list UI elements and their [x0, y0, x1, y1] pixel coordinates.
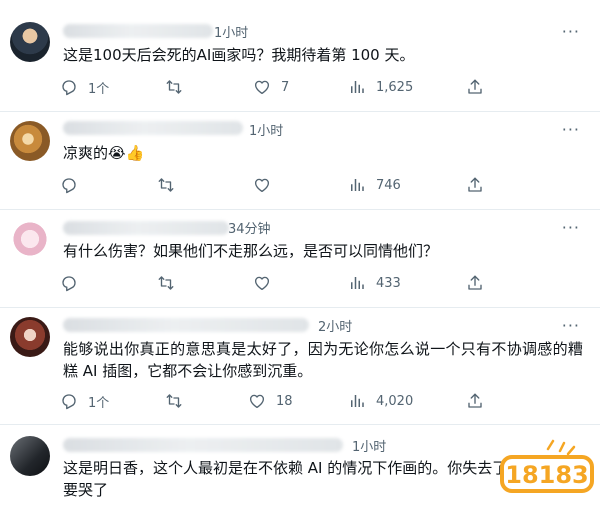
heart-icon: [248, 392, 266, 410]
reply-count: 1个: [88, 395, 110, 411]
reply-button[interactable]: [60, 273, 88, 293]
tweet-time[interactable]: 1小时: [249, 120, 283, 139]
like-button[interactable]: 7: [253, 77, 289, 97]
avatar[interactable]: [10, 121, 50, 161]
tweet-time[interactable]: 34分钟: [228, 218, 271, 237]
views-button[interactable]: 1,625: [348, 77, 413, 97]
share-icon: [466, 392, 484, 410]
more-icon[interactable]: ···: [562, 120, 580, 139]
heart-icon: [253, 274, 271, 292]
reply-button[interactable]: 1个: [60, 391, 109, 411]
username-blurred[interactable]: [63, 438, 343, 452]
share-icon: [466, 274, 484, 292]
retweet-icon: [165, 78, 183, 96]
retweet-icon: [157, 176, 175, 194]
reply-icon: [60, 274, 78, 292]
avatar[interactable]: [10, 217, 50, 257]
username-blurred[interactable]: [63, 221, 229, 235]
tweet-3[interactable]: 34分钟 ··· 有什么伤害？如果他们不走那么远，是否可以同情他们？ 433: [0, 209, 600, 308]
reply-count: 1个: [88, 81, 110, 97]
reply-icon: [60, 176, 78, 194]
like-button[interactable]: 18: [248, 391, 293, 411]
views-icon: [348, 78, 366, 96]
retweet-button[interactable]: [165, 391, 193, 411]
views-button[interactable]: 746: [348, 175, 401, 195]
views-button[interactable]: 433: [348, 273, 401, 293]
tweet-text-line-2: 要哭了: [63, 481, 109, 499]
tweet-text-line-1: 能够说出你真正的意思真是太好了，因为无论你怎么说一个只有不协调感的糟: [63, 340, 584, 358]
retweet-button[interactable]: [157, 273, 185, 293]
more-icon[interactable]: ···: [562, 316, 580, 335]
share-button[interactable]: [466, 175, 494, 195]
heart-icon: [253, 78, 271, 96]
tweet-2[interactable]: 1小时 ··· 凉爽的😭👍 746: [0, 111, 600, 210]
like-count: 7: [281, 79, 290, 95]
tweet-time[interactable]: 2小时: [318, 316, 352, 335]
views-icon: [348, 392, 366, 410]
reply-icon: [60, 78, 78, 96]
tweet-text-line-1: 这是明日香，这个人最初是在不依赖 AI 的情况下作画的。你失去了: [63, 459, 508, 477]
tweet-time[interactable]: 1小时: [214, 22, 248, 41]
tweet-4[interactable]: 2小时 ··· 能够说出你真正的意思真是太好了，因为无论你怎么说一个只有不协调感…: [0, 307, 600, 425]
share-icon: [466, 78, 484, 96]
username-blurred[interactable]: [63, 121, 243, 135]
views-count: 4,020: [376, 393, 414, 409]
share-button[interactable]: [466, 391, 494, 411]
more-icon[interactable]: ···: [562, 218, 580, 237]
like-button[interactable]: [253, 273, 281, 293]
views-count: 746: [376, 177, 401, 193]
tweet-text-line-2: 糕 AI 插图，它都不会让你感到沉重。: [63, 362, 313, 380]
like-count: 18: [276, 393, 293, 409]
tweet-text: 凉爽的😭👍: [63, 144, 145, 162]
watermark-logo: 18183: [498, 437, 598, 497]
reply-button[interactable]: 1个: [60, 77, 109, 97]
avatar[interactable]: [10, 317, 50, 357]
share-icon: [466, 176, 484, 194]
svg-text:18183: 18183: [505, 461, 589, 489]
views-count: 1,625: [376, 79, 414, 95]
retweet-icon: [165, 392, 183, 410]
retweet-button[interactable]: [165, 77, 193, 97]
heart-icon: [253, 176, 271, 194]
more-icon[interactable]: ···: [562, 22, 580, 41]
tweet-text: 有什么伤害？如果他们不走那么远，是否可以同情他们？: [63, 242, 439, 260]
tweet-1[interactable]: 1小时 ··· 这是100天后会死的AI画家吗？我期待着第 100 天。 1个 …: [0, 0, 600, 112]
share-button[interactable]: [466, 77, 494, 97]
username-blurred[interactable]: [63, 24, 213, 38]
tweet-time[interactable]: 1小时: [352, 436, 386, 455]
views-count: 433: [376, 275, 401, 291]
views-icon: [348, 176, 366, 194]
like-button[interactable]: [253, 175, 281, 195]
retweet-button[interactable]: [157, 175, 185, 195]
avatar[interactable]: [10, 22, 50, 62]
tweet-text: 这是100天后会死的AI画家吗？我期待着第 100 天。: [63, 46, 415, 64]
reply-button[interactable]: [60, 175, 88, 195]
share-button[interactable]: [466, 273, 494, 293]
avatar[interactable]: [10, 436, 50, 476]
views-button[interactable]: 4,020: [348, 391, 413, 411]
reply-icon: [60, 392, 78, 410]
retweet-icon: [157, 274, 175, 292]
views-icon: [348, 274, 366, 292]
username-blurred[interactable]: [63, 318, 309, 332]
